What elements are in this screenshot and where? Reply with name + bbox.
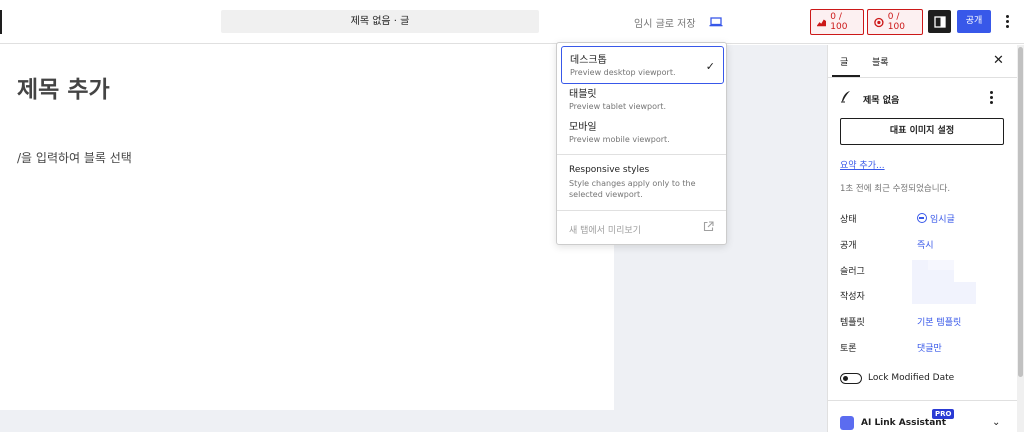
menu-item-description: Preview desktop viewport. [570, 68, 676, 77]
publish-date-value[interactable]: 즉시 [917, 238, 934, 251]
preview-new-tab-item[interactable]: 새 탭에서 미리보기 [569, 223, 641, 236]
toggle-knob [843, 375, 848, 381]
status-label: 상태 [840, 215, 857, 225]
more-dot-icon [990, 101, 993, 104]
preview-dropdown-menu: 데스크톱 Preview desktop viewport. ✓ 태블릿 Pre… [556, 42, 727, 245]
close-icon[interactable]: ✕ [993, 53, 1004, 68]
more-dot-icon [990, 91, 993, 94]
author-label: 작성자 [840, 292, 865, 302]
readability-icon [874, 17, 884, 27]
sidebar-scrollbar-thumb[interactable] [1018, 47, 1023, 377]
status-value-text: 임시글 [930, 215, 955, 225]
seo-score: 0 / 100 [830, 12, 848, 32]
tab-block[interactable]: 블록 [872, 55, 889, 68]
external-link-icon [703, 221, 714, 232]
author-value[interactable] [912, 282, 976, 304]
top-toolbar: 제목 없음 · 글 임시 글로 저장 0 / 100 0 / 100 공개 [0, 0, 1024, 44]
settings-sidebar-toggle[interactable] [928, 10, 951, 33]
panel-divider [828, 400, 1017, 401]
pen-icon [841, 91, 850, 103]
menu-item-description: Preview tablet viewport. [569, 102, 666, 111]
pro-badge: PRO [932, 409, 955, 419]
check-icon: ✓ [705, 60, 715, 73]
set-featured-image-button[interactable]: 대표 이미지 설정 [840, 118, 1004, 145]
laptop-icon [709, 17, 723, 27]
template-label: 템플릿 [840, 318, 865, 328]
responsive-styles-description: Style changes apply only to the selected… [569, 179, 696, 199]
discussion-label: 토론 [840, 344, 857, 354]
more-dot-icon [990, 96, 993, 99]
readability-score-button[interactable]: 0 / 100 [867, 9, 923, 35]
publish-button[interactable]: 공개 [957, 10, 991, 33]
lock-modified-date-label: Lock Modified Date [868, 373, 955, 383]
menu-item-description: Preview mobile viewport. [569, 135, 670, 144]
block-appender[interactable]: /을 입력하여 블록 선택 [17, 149, 132, 166]
add-excerpt-link[interactable]: 요약 추가... [840, 158, 885, 171]
tab-post[interactable]: 글 [840, 55, 848, 68]
more-dot-icon [1005, 15, 1009, 18]
ai-link-assistant-panel-title[interactable]: AI Link Assistant [861, 418, 946, 428]
menu-item-desktop[interactable]: 데스크톱 Preview desktop viewport. ✓ [561, 46, 724, 84]
menu-divider [557, 210, 726, 211]
sidebar-icon [933, 15, 946, 28]
slug-label: 슬러그 [840, 267, 865, 277]
responsive-styles-title: Responsive styles [569, 165, 650, 175]
more-dot-icon [1005, 25, 1009, 28]
status-value[interactable]: 임시글 [917, 212, 955, 225]
seo-score-button[interactable]: 0 / 100 [810, 9, 864, 35]
device-preview-button[interactable] [704, 11, 728, 33]
menu-divider [557, 154, 726, 155]
document-title-bar[interactable]: 제목 없음 · 글 [221, 10, 539, 33]
seo-chart-icon [817, 19, 827, 26]
publish-label: 공개 [840, 241, 857, 251]
site-icon-edge[interactable] [0, 10, 2, 34]
options-menu-button[interactable] [998, 10, 1016, 33]
draft-status-icon [917, 213, 927, 223]
lock-modified-date-toggle[interactable] [840, 373, 862, 384]
menu-item-mobile[interactable]: 모바일 Preview mobile viewport. [561, 114, 724, 148]
menu-item-label: 태블릿 [569, 89, 597, 100]
sidebar-tabs: 글 블록 ✕ [828, 45, 1017, 78]
menu-item-label: 모바일 [569, 122, 597, 133]
responsive-styles-section[interactable]: Responsive styles Style changes apply on… [569, 165, 719, 200]
discussion-value[interactable]: 댓글만 [917, 341, 942, 354]
settings-sidebar: 글 블록 ✕ 제목 없음 대표 이미지 설정 요약 추가... 1초 전에 최근… [827, 45, 1017, 432]
template-value[interactable]: 기본 템플릿 [917, 315, 961, 328]
active-tab-indicator [832, 75, 860, 77]
sidebar-post-title: 제목 없음 [863, 96, 900, 106]
chevron-down-icon[interactable]: ⌄ [992, 417, 1000, 428]
ai-assistant-icon [840, 416, 854, 430]
more-dot-icon [1005, 20, 1009, 23]
menu-item-tablet[interactable]: 태블릿 Preview tablet viewport. [561, 81, 724, 115]
menu-item-label: 데스크톱 [570, 55, 607, 66]
post-actions-button[interactable] [990, 91, 993, 104]
last-modified-info: 1초 전에 최근 수정되었습니다. [840, 184, 951, 194]
save-draft-button[interactable]: 임시 글로 저장 [634, 15, 696, 30]
slug-value-overlay [928, 260, 954, 270]
readability-score: 0 / 100 [887, 12, 905, 32]
post-title-input[interactable]: 제목 추가 [17, 70, 110, 104]
